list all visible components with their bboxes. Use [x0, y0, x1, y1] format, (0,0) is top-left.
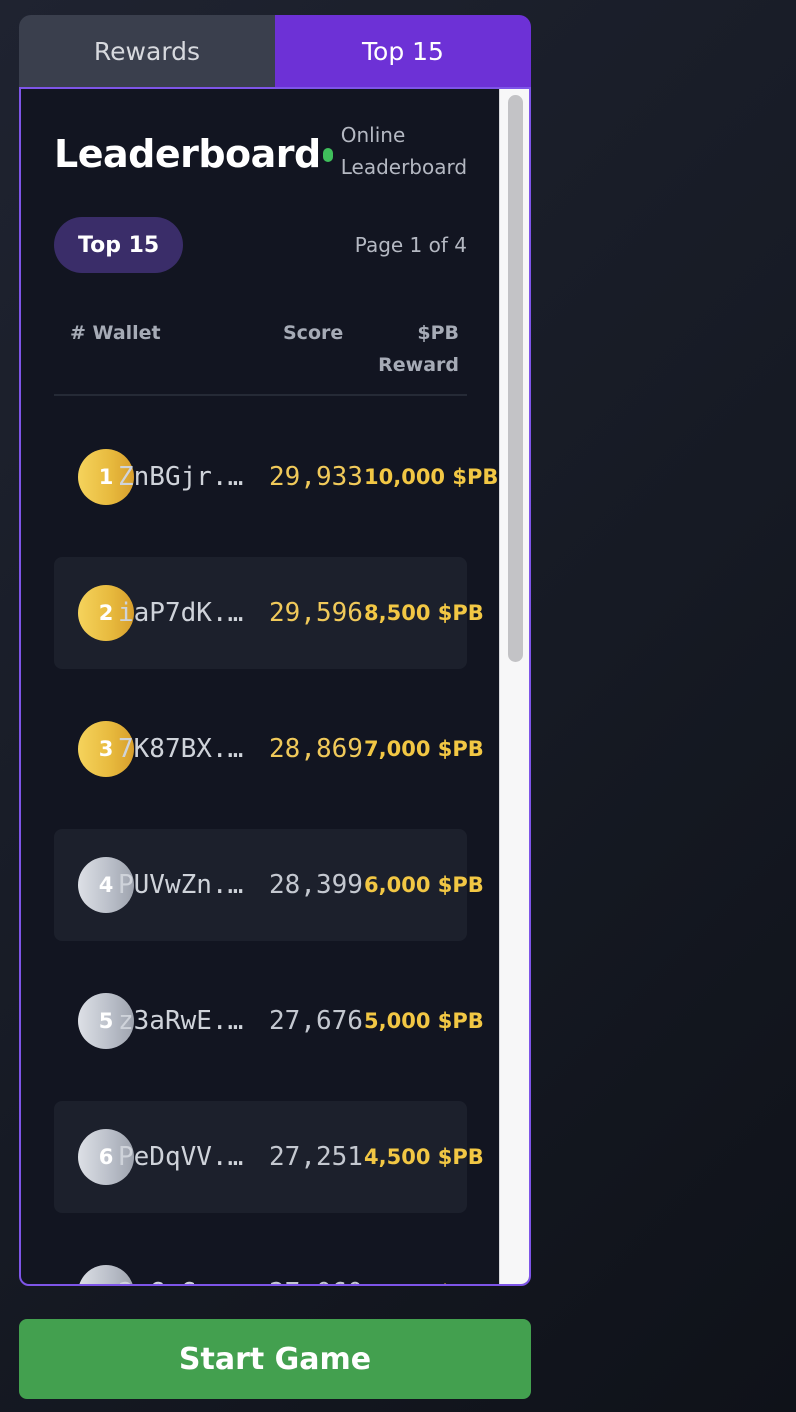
- leaderboard-panel: Leaderboard Online Leaderboard Top 15 Pa…: [19, 87, 531, 1286]
- score-value: 29,596: [269, 598, 363, 628]
- reward-value: 8,500 $PB: [364, 601, 484, 625]
- wallet-address: iaP7dK...: [118, 598, 254, 628]
- wallet-address: 2eGnGr...: [118, 1273, 254, 1284]
- reward-value: 4,000 $PB: [364, 1273, 484, 1284]
- table-row: 4 PUVwZn... 28,399 6,000 $PB: [54, 829, 484, 941]
- table-row: 6 PeDqVV... 27,251 4,500 $PB: [54, 1101, 484, 1213]
- reward-value: 5,000 $PB: [364, 1009, 484, 1033]
- tab-bar: Rewards Top 15: [19, 15, 531, 87]
- wallet-address: PUVwZn...: [118, 870, 254, 900]
- scrollbar-thumb[interactable]: [508, 95, 523, 662]
- table-row: 3 7K87BX... 28,869 7,000 $PB: [54, 693, 484, 805]
- start-game-button[interactable]: Start Game: [19, 1319, 531, 1399]
- table-row: 5 z3aRwE... 27,676 5,000 $PB: [54, 965, 484, 1077]
- reward-value: 6,000 $PB: [364, 873, 484, 897]
- column-header-wallet: # Wallet: [70, 322, 161, 344]
- reward-value: 7,000 $PB: [364, 737, 484, 761]
- online-status-text: Online Leaderboard: [340, 123, 468, 179]
- scrollbar[interactable]: [499, 89, 529, 1284]
- leaderboard-scroll-area[interactable]: Leaderboard Online Leaderboard Top 15 Pa…: [21, 89, 499, 1284]
- reward-value: 4,500 $PB: [364, 1145, 484, 1169]
- online-status-dot-icon: [322, 148, 333, 162]
- wallet-address: ZnBGjr...: [118, 462, 254, 492]
- column-header-reward: $PB Reward: [378, 322, 459, 376]
- header-divider: [54, 394, 467, 396]
- score-value: 28,869: [269, 734, 363, 764]
- leaderboard-title: Leaderboard: [54, 132, 321, 176]
- column-header-score: Score: [283, 322, 344, 344]
- tab-rewards[interactable]: Rewards: [19, 15, 275, 87]
- tab-top-15[interactable]: Top 15: [275, 15, 531, 87]
- table-row: 7 2eGnGr... 27,060 4,000 $PB: [54, 1237, 484, 1284]
- score-value: 27,251: [269, 1142, 363, 1172]
- score-value: 29,933: [269, 462, 363, 492]
- top-15-filter-pill[interactable]: Top 15: [54, 217, 184, 273]
- wallet-address: z3aRwE...: [118, 1006, 254, 1036]
- leaderboard-header: Leaderboard Online Leaderboard: [54, 123, 491, 183]
- wallet-address: 7K87BX...: [118, 734, 254, 764]
- score-value: 27,060: [269, 1273, 369, 1284]
- score-value: 28,399: [269, 870, 363, 900]
- reward-value: 10,000 $PB: [364, 465, 499, 489]
- score-value: 27,676: [269, 1006, 363, 1036]
- wallet-address: PeDqVV...: [118, 1142, 254, 1172]
- page-indicator: Page 1 of 4: [354, 233, 467, 257]
- table-row: 1 ZnBGjr... 29,933 10,000 $PB: [54, 421, 498, 533]
- table-row: 2 iaP7dK... 29,596 8,500 $PB: [54, 557, 484, 669]
